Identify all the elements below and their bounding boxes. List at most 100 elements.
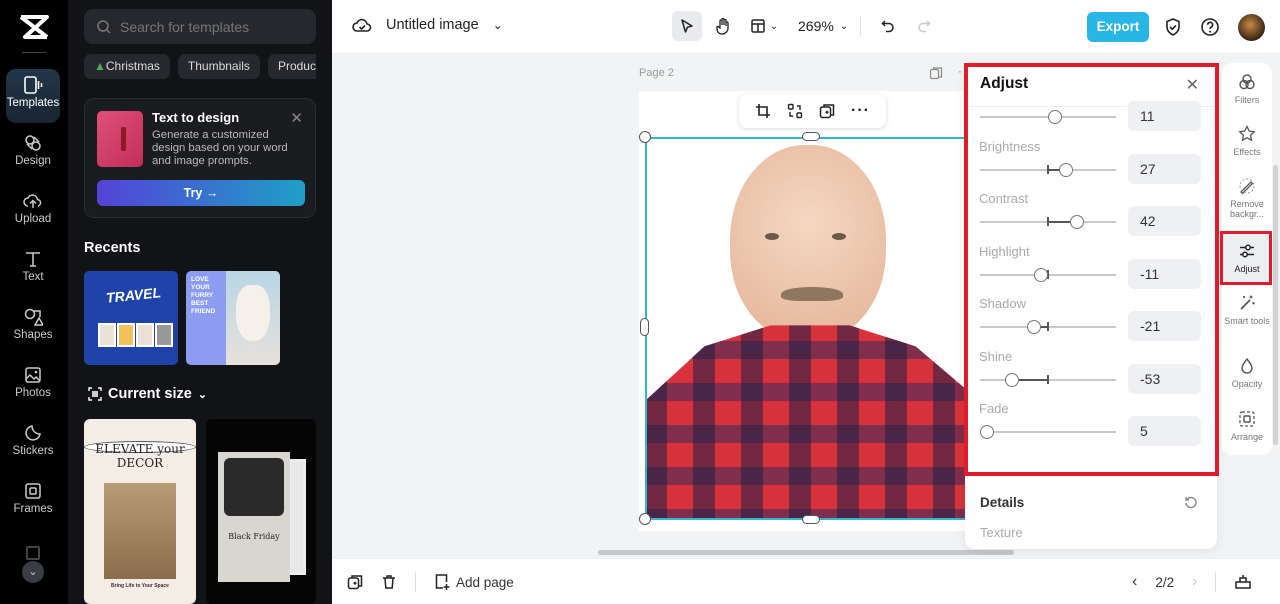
tool-arrange[interactable]: Arrange bbox=[1222, 410, 1272, 442]
resize-handle-bottom[interactable] bbox=[802, 515, 820, 524]
select-tool-button[interactable] bbox=[672, 11, 702, 41]
recents-heading: Recents bbox=[84, 240, 141, 256]
page-navigation: ‹ 2/2 › bbox=[1132, 572, 1252, 592]
slider-row-shine: Shine -53 bbox=[965, 349, 1217, 405]
polaroid bbox=[117, 323, 135, 347]
search-input[interactable]: Search for templates bbox=[84, 9, 316, 44]
promo-title: Text to design bbox=[152, 110, 240, 125]
chip-thumbnails[interactable]: Thumbnails bbox=[177, 54, 260, 79]
more-icon[interactable]: ··· bbox=[851, 102, 870, 120]
rail-label: Templates bbox=[6, 97, 60, 109]
rail-item-photos[interactable]: Photos bbox=[6, 359, 60, 413]
current-size-dropdown[interactable]: Current size ⌄ bbox=[88, 386, 207, 402]
document-title-area: Untitled image ⌄ bbox=[352, 16, 503, 34]
undo-button[interactable] bbox=[873, 11, 903, 41]
more-chevron-down-icon[interactable]: ⌄ bbox=[22, 561, 44, 583]
rail-item-stickers[interactable]: Stickers bbox=[6, 417, 60, 471]
chevron-down-icon[interactable]: ⌄ bbox=[493, 18, 503, 32]
reset-icon[interactable] bbox=[1184, 495, 1198, 509]
export-button[interactable]: Export bbox=[1087, 12, 1149, 42]
add-page-button[interactable]: Add page bbox=[434, 573, 514, 591]
tool-adjust[interactable]: Adjust bbox=[1222, 234, 1272, 284]
template-card-black-friday[interactable]: Black Friday bbox=[206, 419, 316, 604]
slider-row-fade: Fade 5 bbox=[965, 401, 1217, 457]
chip-christmas[interactable]: ▲Christmas bbox=[84, 54, 170, 79]
slider-knob[interactable] bbox=[1004, 372, 1019, 387]
rail-item-frames[interactable]: Frames bbox=[6, 475, 60, 529]
frames-icon bbox=[25, 483, 41, 499]
rail-item-shapes[interactable]: Shapes bbox=[6, 301, 60, 355]
close-icon[interactable]: ✕ bbox=[290, 109, 303, 127]
design-icon bbox=[25, 135, 41, 151]
recent-title: LOVE YOUR FURRY BEST FRIEND bbox=[191, 276, 216, 315]
christmas-tree-icon: ▲ bbox=[94, 59, 106, 73]
tool-filters[interactable]: Filters bbox=[1222, 73, 1272, 105]
recent-template-travel[interactable]: TRAVEL bbox=[84, 271, 178, 365]
document-title[interactable]: Untitled image bbox=[386, 17, 479, 33]
slider-value-input[interactable]: -53 bbox=[1128, 363, 1201, 394]
redo-icon bbox=[918, 20, 931, 33]
zoom-dropdown[interactable]: 269% ⌄ bbox=[798, 18, 848, 34]
divider bbox=[22, 52, 46, 53]
redo-button[interactable] bbox=[909, 11, 939, 41]
slider-knob[interactable] bbox=[1069, 215, 1084, 229]
add-page-icon bbox=[435, 574, 450, 590]
layout-dropdown[interactable]: ⌄ bbox=[744, 11, 784, 41]
trash-icon[interactable] bbox=[381, 574, 397, 590]
template-card-decor[interactable]: ELEVATE your DECOR Bring Life to Your Sp… bbox=[84, 419, 196, 604]
slider-knob[interactable] bbox=[1047, 110, 1062, 124]
resize-handle-top[interactable] bbox=[802, 132, 820, 141]
next-page-icon[interactable]: › bbox=[1192, 573, 1197, 591]
slider-value-input[interactable]: 11 bbox=[1128, 101, 1201, 131]
try-button[interactable]: Try → bbox=[97, 180, 305, 206]
slider-value-input[interactable]: 5 bbox=[1128, 416, 1201, 446]
tool-label: Adjust bbox=[1234, 264, 1260, 274]
page-more-icon[interactable]: · bbox=[958, 64, 962, 78]
vertical-scrollbar[interactable] bbox=[1273, 165, 1278, 445]
help-icon[interactable] bbox=[1200, 17, 1220, 37]
slider-value-input[interactable]: 27 bbox=[1128, 153, 1201, 184]
recent-template-pet[interactable]: LOVE YOUR FURRY BEST FRIEND bbox=[186, 271, 280, 365]
tool-effects[interactable]: Effects bbox=[1222, 125, 1272, 157]
duplicate-page-icon[interactable] bbox=[929, 66, 943, 80]
resize-handle-left[interactable] bbox=[640, 318, 649, 336]
user-avatar[interactable] bbox=[1238, 14, 1265, 41]
text-to-design-card: Text to design Generate a customized des… bbox=[84, 98, 316, 218]
slider-knob[interactable] bbox=[1033, 267, 1048, 282]
tool-label: Smart tools bbox=[1224, 316, 1270, 326]
divider bbox=[415, 572, 416, 592]
slider-knob[interactable] bbox=[1059, 162, 1074, 177]
slider-knob[interactable] bbox=[1026, 320, 1041, 334]
page-counter: 2/2 bbox=[1155, 574, 1175, 590]
resize-handle-bottom-left[interactable] bbox=[639, 513, 651, 525]
page-manager-icon[interactable] bbox=[1234, 574, 1252, 590]
horizontal-scrollbar[interactable] bbox=[598, 550, 1014, 555]
rail-item-templates[interactable]: Templates bbox=[6, 69, 60, 123]
slider-value-input[interactable]: 42 bbox=[1128, 206, 1201, 236]
rail-item-design[interactable]: Design bbox=[6, 127, 60, 181]
chip-products[interactable]: Products bbox=[267, 54, 316, 79]
template-title: Black Friday bbox=[228, 532, 280, 541]
replace-icon[interactable] bbox=[787, 103, 803, 119]
crop-icon[interactable] bbox=[755, 103, 771, 119]
slider-track[interactable] bbox=[980, 431, 1116, 433]
slider-value-input[interactable]: -11 bbox=[1128, 258, 1201, 289]
slider-knob[interactable] bbox=[979, 425, 994, 439]
previous-page-icon[interactable]: ‹ bbox=[1132, 573, 1137, 591]
tool-remove-background[interactable]: Remove backgr... bbox=[1222, 177, 1272, 219]
duplicate-icon[interactable] bbox=[819, 103, 835, 119]
tool-smart-tools[interactable]: Smart tools bbox=[1222, 294, 1272, 326]
rail-item-upload[interactable]: Upload bbox=[6, 185, 60, 239]
capcut-logo-icon[interactable] bbox=[18, 14, 50, 40]
cloud-saved-icon[interactable] bbox=[352, 16, 372, 34]
hand-tool-button[interactable] bbox=[708, 11, 738, 41]
shield-check-icon[interactable] bbox=[1164, 17, 1182, 37]
texture-label: Texture bbox=[980, 525, 1023, 540]
tool-opacity[interactable]: Opacity bbox=[1222, 357, 1272, 389]
selection-box bbox=[645, 137, 975, 520]
resize-icon bbox=[88, 387, 102, 401]
resize-handle-top-left[interactable] bbox=[639, 131, 651, 143]
slider-value-input[interactable]: -21 bbox=[1128, 311, 1201, 341]
rail-item-text[interactable]: Text bbox=[6, 243, 60, 297]
duplicate-page-icon[interactable] bbox=[347, 574, 363, 590]
